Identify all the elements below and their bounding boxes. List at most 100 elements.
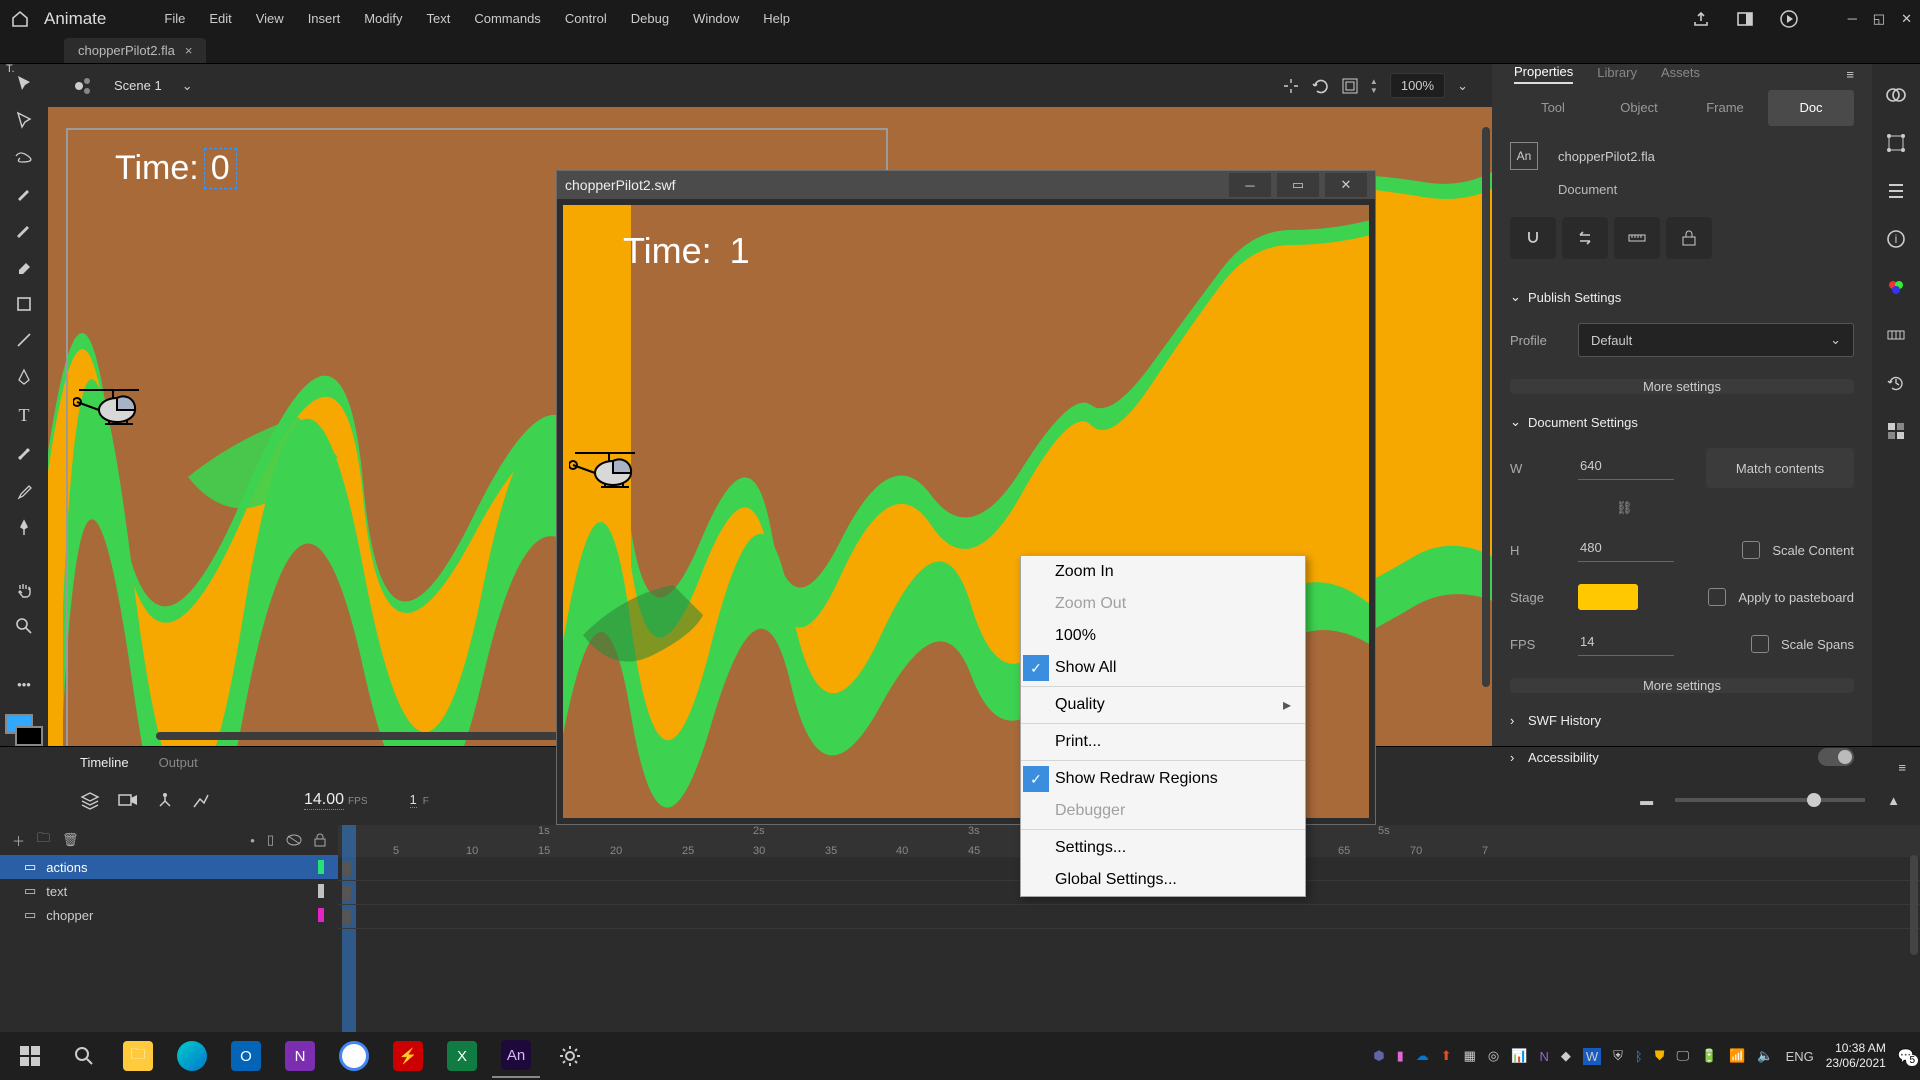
info-icon[interactable]: i: [1883, 226, 1909, 252]
ctx-show-all[interactable]: ✓Show All: [1021, 652, 1305, 684]
swf-close-button[interactable]: ✕: [1325, 173, 1367, 197]
tab-library[interactable]: Library: [1597, 65, 1637, 83]
tray-app4-icon[interactable]: 📊: [1511, 1048, 1527, 1064]
bone-tool-icon[interactable]: [11, 445, 37, 463]
timeline-frame[interactable]: 1: [410, 792, 417, 808]
timeline-menu-icon[interactable]: ≡: [1898, 760, 1920, 775]
chevron-right-icon[interactable]: ›: [1510, 713, 1520, 728]
selection-tool-icon[interactable]: [11, 74, 37, 92]
layer-row[interactable]: ▭ actions: [0, 855, 338, 879]
taskbar-explorer[interactable]: 🗀: [114, 1034, 162, 1078]
clip-stage-icon[interactable]: [1342, 78, 1358, 94]
scene-name[interactable]: Scene 1: [114, 78, 162, 93]
cc-library-icon[interactable]: [1883, 82, 1909, 108]
taskbar-edge[interactable]: [168, 1034, 216, 1078]
tray-app6-icon[interactable]: ◆: [1561, 1048, 1571, 1064]
panel-menu-icon[interactable]: ≡: [1846, 67, 1854, 82]
taskbar-animate[interactable]: An: [492, 1034, 540, 1078]
snap-toggle-icon[interactable]: [1510, 217, 1556, 259]
tray-app5-icon[interactable]: N: [1539, 1049, 1548, 1064]
document-settings-header[interactable]: Document Settings: [1528, 415, 1638, 430]
menu-control[interactable]: Control: [555, 7, 617, 30]
close-file-tab[interactable]: ×: [185, 43, 193, 58]
ruler-icon[interactable]: [1614, 217, 1660, 259]
tray-wifi-icon[interactable]: 📶: [1729, 1048, 1745, 1064]
tray-notifications-icon[interactable]: 💬5: [1898, 1048, 1914, 1064]
tab-properties[interactable]: Properties: [1514, 64, 1573, 84]
taskbar-chrome[interactable]: [330, 1034, 378, 1078]
menu-window[interactable]: Window: [683, 7, 749, 30]
file-tab[interactable]: chopperPilot2.fla ×: [64, 38, 206, 63]
window-restore[interactable]: ◱: [1873, 11, 1885, 27]
apply-pasteboard-checkbox[interactable]: [1708, 588, 1726, 606]
layer-lock-icon[interactable]: [314, 833, 326, 847]
zoom-value[interactable]: 100%: [1390, 73, 1445, 98]
zoom-dropdown-icon[interactable]: ⌄: [1457, 78, 1468, 94]
lock-icon[interactable]: [1666, 217, 1712, 259]
tab-output[interactable]: Output: [145, 750, 212, 775]
taskbar-flash[interactable]: ⚡: [384, 1034, 432, 1078]
workspace-icon[interactable]: [1736, 10, 1756, 28]
stage-scrollbar[interactable]: [1482, 127, 1490, 687]
line-tool-icon[interactable]: [11, 331, 37, 349]
stage-time-value[interactable]: 0: [205, 149, 236, 188]
swf-minimize-button[interactable]: ─: [1229, 173, 1271, 197]
home-icon[interactable]: [8, 7, 32, 31]
zoom-in-tracks-icon[interactable]: ▲: [1887, 793, 1900, 808]
zoom-stepper-icon[interactable]: ▲▼: [1370, 77, 1378, 95]
chevron-down-icon[interactable]: ⌄: [1510, 289, 1520, 305]
delete-layer-icon[interactable]: 🗑: [62, 832, 79, 848]
scale-spans-checkbox[interactable]: [1751, 635, 1769, 653]
menu-view[interactable]: View: [246, 7, 294, 30]
rectangle-tool-icon[interactable]: [11, 295, 37, 312]
taskbar-settings[interactable]: [546, 1034, 594, 1078]
swf-history-header[interactable]: SWF History: [1528, 713, 1601, 728]
layer-row[interactable]: ▭ text: [0, 879, 338, 903]
profile-select[interactable]: Default⌄: [1578, 323, 1854, 357]
track-lane[interactable]: [338, 905, 1920, 929]
parent-view-icon[interactable]: [156, 791, 174, 809]
tray-language[interactable]: ENG: [1786, 1049, 1814, 1064]
layer-visibility-icon[interactable]: [286, 834, 302, 846]
menu-help[interactable]: Help: [753, 7, 800, 30]
camera-icon[interactable]: [118, 792, 138, 808]
tray-bluetooth-icon[interactable]: ᛒ: [1635, 1049, 1643, 1064]
play-icon[interactable]: [1780, 10, 1800, 28]
menu-debug[interactable]: Debug: [621, 7, 679, 30]
publish-settings-header[interactable]: Publish Settings: [1528, 290, 1621, 305]
zoom-tool-icon[interactable]: [11, 617, 37, 635]
swap-symbol-icon[interactable]: [1562, 217, 1608, 259]
scene-dropdown-icon[interactable]: ⌄: [182, 78, 193, 94]
components-icon[interactable]: [1883, 418, 1909, 444]
taskbar-outlook[interactable]: O: [222, 1034, 270, 1078]
new-folder-icon[interactable]: 🗀: [37, 829, 50, 851]
eyedropper-tool-icon[interactable]: [11, 482, 37, 500]
stroke-color-icon[interactable]: [15, 726, 43, 746]
stage-color-swatch[interactable]: [1578, 584, 1638, 610]
tray-app1-icon[interactable]: ▮: [1397, 1048, 1404, 1064]
tray-word-icon[interactable]: W: [1583, 1048, 1601, 1065]
swatches-icon[interactable]: [1883, 322, 1909, 348]
ctx-100pct[interactable]: 100%: [1021, 620, 1305, 652]
layer-row[interactable]: ▭ chopper: [0, 903, 338, 927]
search-button[interactable]: [60, 1034, 108, 1078]
pencil-tool-icon[interactable]: [11, 221, 37, 239]
ctx-zoom-in[interactable]: Zoom In: [1021, 556, 1305, 588]
more-tools-icon[interactable]: •••: [11, 676, 37, 693]
more-doc-settings-button[interactable]: More settings: [1510, 678, 1854, 693]
lasso-tool-icon[interactable]: [11, 148, 37, 165]
mode-doc[interactable]: Doc: [1768, 90, 1854, 126]
ctx-show-redraw[interactable]: ✓Show Redraw Regions: [1021, 763, 1305, 795]
width-input[interactable]: 640: [1578, 456, 1674, 480]
start-button[interactable]: [6, 1034, 54, 1078]
accessibility-toggle[interactable]: [1818, 748, 1854, 766]
menu-edit[interactable]: Edit: [199, 7, 241, 30]
timeline-zoom-slider[interactable]: [1675, 798, 1865, 802]
text-tool-icon[interactable]: T: [11, 405, 37, 426]
scene-tree-icon[interactable]: [72, 75, 94, 97]
tray-battery-icon[interactable]: 🔋: [1701, 1048, 1717, 1064]
menu-commands[interactable]: Commands: [464, 7, 550, 30]
graph-icon[interactable]: [192, 791, 210, 809]
fps-input[interactable]: 14: [1578, 632, 1674, 656]
pin-tool-icon[interactable]: [11, 519, 37, 537]
